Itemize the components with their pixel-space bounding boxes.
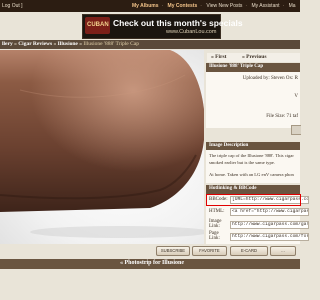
banner-url: www.CubanLou.com <box>166 29 217 35</box>
bbcode-highlight <box>206 194 301 206</box>
first-link[interactable]: « First <box>211 54 226 60</box>
nav-my-contests[interactable]: My Contests <box>168 3 198 9</box>
breadcrumb-illusione[interactable]: Illusione <box>58 41 78 47</box>
description-body: The triple cap of the Illusione '888'. T… <box>206 150 300 183</box>
image-info-body: Uploaded by: Steven Ox: R V File Size: 7… <box>206 72 300 128</box>
hotlinking-title: Hotlinking & BBCode <box>209 186 257 191</box>
ecard-button[interactable]: E-CARD <box>230 246 268 256</box>
page-link-field[interactable]: http://www.cigarpass.com/for <box>230 233 309 241</box>
description-title: Image Description <box>209 143 249 148</box>
uploaded-by: Uploaded by: Steven Ox: R <box>242 76 298 81</box>
image-link-label: Image Link: <box>209 219 222 229</box>
cigar-image <box>0 50 204 238</box>
breadcrumb: llery » Cigar Reviews » Illusione » Illu… <box>0 40 300 49</box>
nav-ma[interactable]: Ma <box>289 3 296 9</box>
subscribe-button[interactable]: SUBSCRIBE <box>156 246 190 256</box>
image-title: Illusione '888' Triple Cap <box>209 64 264 69</box>
description-line: At home. Taken with an LG enV camera pho… <box>209 172 294 177</box>
breadcrumb-cigar-reviews[interactable]: Cigar Reviews <box>18 41 52 47</box>
nav-my-albums[interactable]: My Albums <box>132 3 158 9</box>
photostrip-bar[interactable]: « Photostrip for Illusione <box>0 259 300 269</box>
html-field[interactable]: <a href="http://www.cigarpass.co <box>230 208 309 216</box>
image-info-header: Illusione '888' Triple Cap <box>206 63 300 72</box>
html-label: HTML: <box>209 209 225 214</box>
views: V <box>294 94 298 99</box>
logout-link[interactable]: Log Out ] <box>2 3 23 9</box>
cubanlou-logo: CUBAN <box>85 17 110 34</box>
info-action-button[interactable] <box>291 125 301 135</box>
nav-view-new-posts[interactable]: View New Posts <box>206 3 242 9</box>
description-line: smoked earlier but is the same type. <box>209 160 275 165</box>
nav-my-assistant[interactable]: My Assistant <box>251 3 279 9</box>
hotlinking-body: BBCode: [URL=http://www.cigarpass.com HT… <box>206 194 309 244</box>
description-header: Image Description <box>206 142 300 150</box>
hotlinking-header: Hotlinking & BBCode <box>206 185 300 194</box>
previous-link[interactable]: « Previous <box>242 54 267 60</box>
page-link-label: Page Link: <box>209 231 220 241</box>
breadcrumb-current: Illusione '888' Triple Cap <box>83 41 139 47</box>
file-size: File Size: 71 taf <box>266 114 298 119</box>
image-link-field[interactable]: http://www.cigarpass.com/gal <box>230 221 309 229</box>
more-button[interactable]: ... <box>270 246 296 256</box>
user-links: My Albums · My Contests · View New Posts · … <box>132 3 296 9</box>
description-line: The triple cap of the Illusione '888'. T… <box>209 153 294 158</box>
image-nav: « First « Previous <box>207 53 300 62</box>
cigar-photo[interactable] <box>0 50 204 244</box>
photostrip-title: « Photostrip for Illusione <box>120 260 185 266</box>
top-nav-bar: Log Out ] My Albums · My Contests · View N… <box>0 0 300 12</box>
ad-banner[interactable]: CUBAN Check out this month's specials ww… <box>82 14 243 39</box>
action-buttons: SUBSCRIBE FAVORITE E-CARD ... <box>150 246 300 256</box>
favorite-button[interactable]: FAVORITE <box>192 246 227 256</box>
banner-headline: Check out this month's specials <box>113 18 243 28</box>
breadcrumb-gallery[interactable]: llery <box>2 41 13 47</box>
